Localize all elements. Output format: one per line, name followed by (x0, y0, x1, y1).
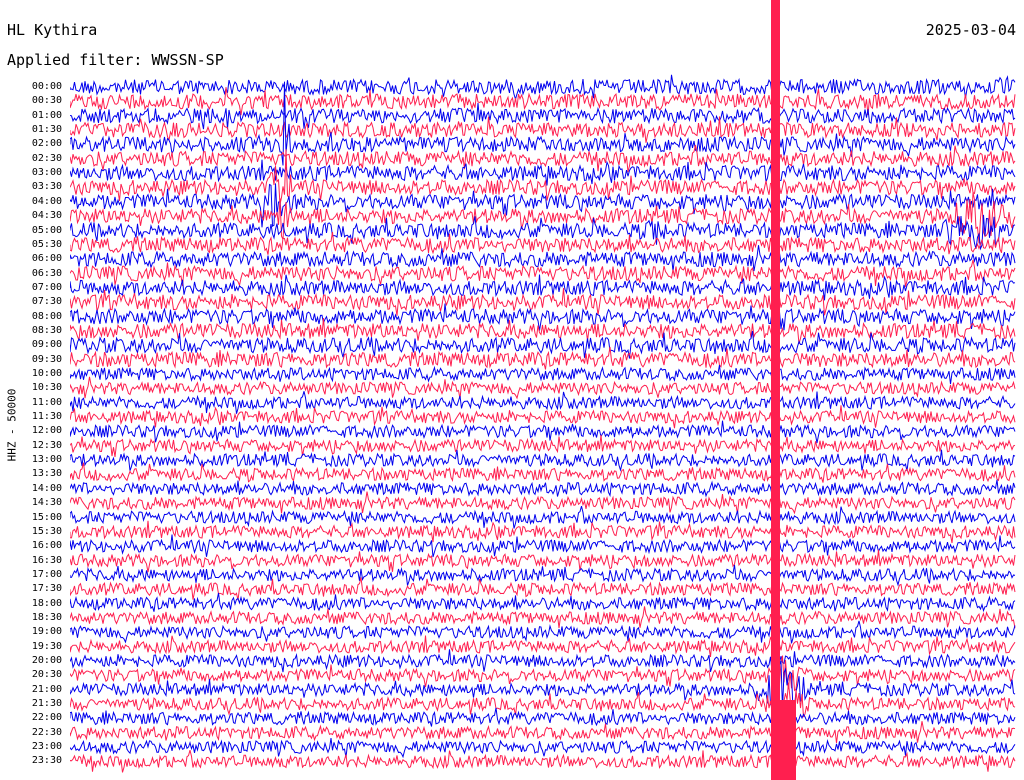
time-label: 04:00 (31, 195, 62, 207)
trace-1330 (70, 462, 1016, 483)
trace-0130 (70, 116, 1016, 143)
time-label: 11:30 (31, 411, 62, 423)
channel-label: HHZ - 50000 (5, 388, 19, 462)
time-label: 23:30 (31, 755, 62, 767)
time-label: 17:30 (31, 583, 62, 595)
trace-1900 (70, 620, 1016, 644)
time-label: 02:30 (31, 152, 62, 164)
time-label: 19:30 (31, 640, 62, 652)
trace-1200 (70, 420, 1016, 444)
time-label: 06:00 (31, 253, 62, 265)
trace-2230 (70, 721, 1016, 743)
trace-0630 (70, 259, 1016, 288)
trace-2000 (70, 649, 1016, 673)
time-label: 08:30 (31, 324, 62, 336)
trace-1230 (70, 434, 1016, 458)
trace-1930 (70, 635, 1016, 657)
trace-1830 (70, 606, 1016, 629)
trace-1430 (70, 491, 1016, 515)
time-label: 12:00 (31, 425, 62, 437)
trace-1730 (70, 577, 1016, 601)
time-label: 06:30 (31, 267, 62, 279)
trace-1000 (70, 364, 1016, 385)
time-label: 01:30 (31, 124, 62, 136)
time-label: 03:00 (31, 167, 62, 179)
time-label: 10:30 (31, 382, 62, 394)
time-label: 16:00 (31, 540, 62, 552)
time-label: 23:00 (31, 741, 62, 753)
trace-1530 (70, 520, 1016, 544)
trace-1100 (70, 391, 1016, 414)
time-label: 14:30 (31, 497, 62, 509)
trace-0030 (70, 87, 1016, 116)
time-label: 21:00 (31, 683, 62, 695)
trace-1500 (70, 505, 1016, 529)
time-label: 22:30 (31, 726, 62, 738)
time-label: 20:00 (31, 655, 62, 666)
time-label: 21:30 (31, 698, 62, 710)
time-label: 13:30 (31, 468, 62, 480)
time-label: 00:30 (31, 95, 62, 107)
trace-0100 (70, 103, 1016, 130)
time-label: 04:30 (31, 210, 62, 222)
trace-1700 (70, 564, 1016, 587)
clipped-spike (771, 0, 780, 780)
seismogram-plot (70, 0, 1022, 780)
time-label: 22:00 (31, 712, 62, 724)
time-label: 01:00 (31, 109, 62, 121)
time-label: 13:00 (31, 454, 62, 466)
trace-0000 (70, 74, 1016, 101)
time-label: 14:00 (31, 482, 62, 494)
time-label: 03:30 (31, 181, 62, 193)
time-label: 15:00 (31, 511, 62, 523)
time-label: 11:00 (31, 396, 62, 408)
time-label: 07:00 (31, 281, 62, 293)
time-label: 15:30 (31, 525, 62, 537)
trace-1800 (70, 592, 1016, 613)
time-label: 00:00 (31, 81, 62, 92)
trace-2200 (70, 707, 1016, 727)
trace-0700 (70, 274, 1016, 301)
time-label: 17:00 (31, 568, 62, 580)
time-label: 02:00 (31, 138, 62, 150)
trace-2300 (70, 738, 1016, 759)
time-label: 08:00 (31, 310, 62, 322)
time-label: 05:30 (31, 238, 62, 250)
time-label: 16:30 (31, 554, 62, 566)
trace-2330 (70, 749, 1016, 773)
seismogram-svg (70, 0, 1016, 780)
time-label: 09:00 (31, 339, 62, 351)
trace-1600 (70, 534, 1016, 558)
time-label: 12:30 (31, 439, 62, 451)
trace-1030 (70, 376, 1016, 400)
time-label: 18:30 (31, 611, 62, 623)
time-label: 18:00 (31, 597, 62, 609)
trace-1300 (70, 449, 1016, 472)
time-label: 09:30 (31, 353, 62, 365)
time-label: 20:30 (31, 669, 62, 681)
time-label: 07:30 (31, 296, 62, 308)
time-label: 19:00 (31, 626, 62, 638)
trace-1400 (70, 479, 1016, 498)
time-label: 05:00 (31, 224, 62, 236)
time-label: 10:00 (31, 368, 62, 379)
clipped-spike-base (774, 700, 796, 780)
trace-1130 (70, 405, 1016, 429)
